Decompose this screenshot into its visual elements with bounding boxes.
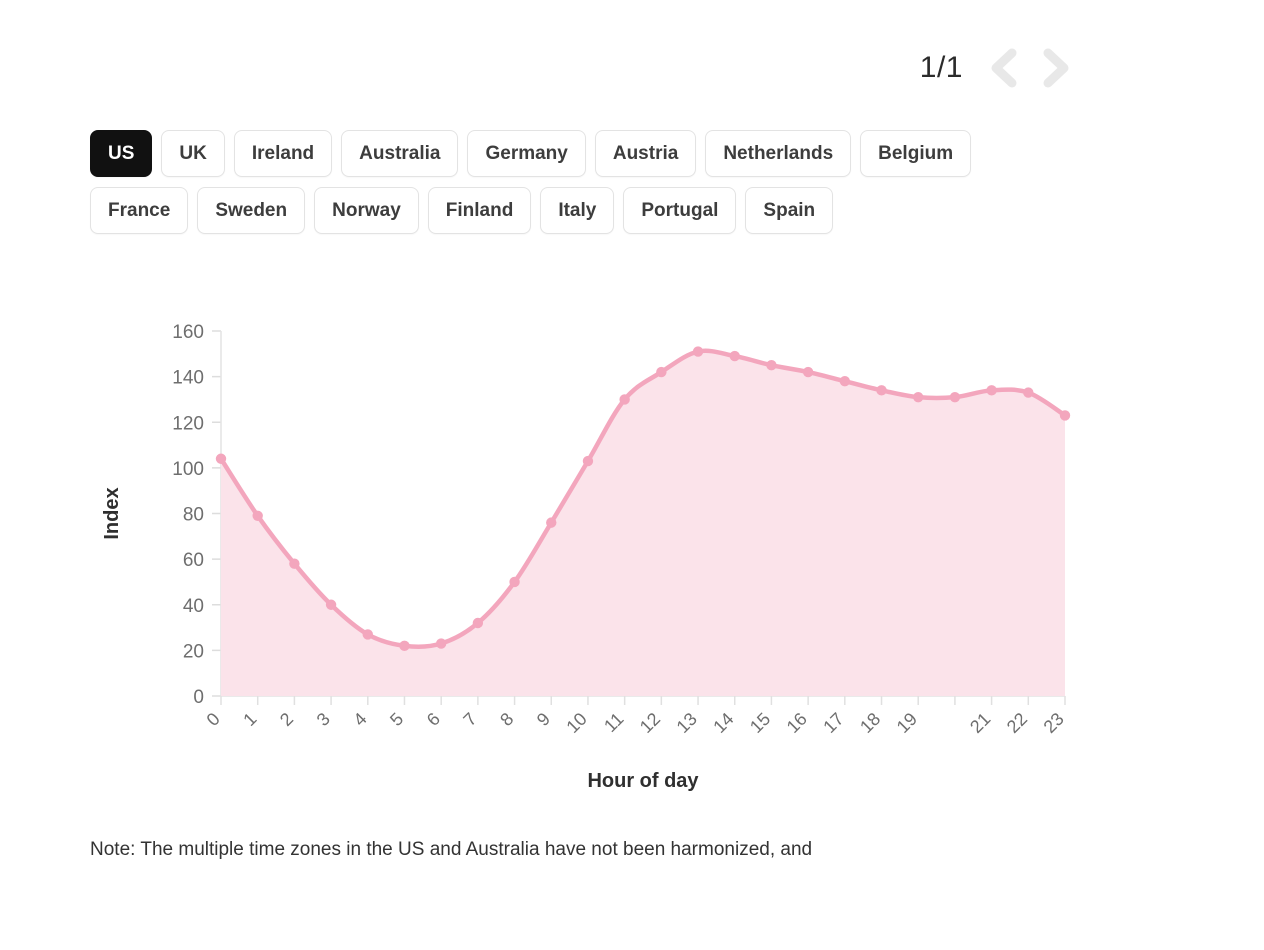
data-point-marker[interactable] — [1059, 410, 1071, 421]
x-axis-tick-label: 9 — [533, 709, 554, 730]
x-axis-tick-label: 23 — [1040, 709, 1068, 737]
x-axis-tick-label: 10 — [562, 709, 590, 737]
pagination-arrows — [985, 44, 1075, 92]
data-point-marker[interactable] — [546, 517, 557, 528]
x-axis-tick-label: 15 — [746, 709, 774, 737]
x-axis-tick-label: 18 — [856, 709, 884, 737]
country-button-belgium[interactable]: Belgium — [860, 130, 972, 177]
y-axis-tick-label: 20 — [183, 641, 204, 662]
data-point-marker[interactable] — [399, 640, 410, 652]
data-point-marker[interactable] — [839, 375, 851, 387]
x-axis-tick-label: 6 — [423, 709, 444, 730]
x-axis-tick-label: 2 — [276, 709, 297, 730]
y-axis-title: Index — [101, 487, 123, 539]
y-axis-tick-label: 160 — [172, 322, 204, 343]
data-point-marker[interactable] — [215, 453, 227, 464]
data-point-marker[interactable] — [766, 360, 777, 371]
x-axis-tick-label: 4 — [349, 709, 370, 730]
data-point-marker[interactable] — [876, 385, 887, 396]
chart-svg: 0204060801001201401600 1 2 3 4 5 6 7 8 9 10 11 12 13 1… — [101, 322, 1071, 792]
x-axis-tick-label: 5 — [386, 709, 407, 730]
data-point-marker[interactable] — [252, 510, 263, 521]
x-axis-tick-label: 16 — [783, 709, 811, 737]
y-axis-tick-label: 40 — [183, 596, 204, 617]
data-point-marker[interactable] — [472, 617, 484, 629]
data-point-marker[interactable] — [619, 394, 630, 405]
data-point-marker[interactable] — [656, 366, 667, 378]
x-axis-tick-label: 19 — [893, 709, 921, 737]
country-button-norway[interactable]: Norway — [314, 187, 419, 234]
hour-of-day-chart: 0 20 40 60 80 100 120 140 160 0 1 2 3 4 5 6 7 8 9 10 11 12 13 1… — [90, 300, 1080, 820]
country-button-finland[interactable]: Finland — [427, 187, 532, 234]
country-button-us[interactable]: US — [90, 130, 153, 177]
data-point-marker[interactable] — [1023, 387, 1034, 398]
country-filter-buttons: US UK Ireland Australia Germany Austria Nether… — [90, 130, 990, 234]
x-axis-tick-label: 22 — [1003, 709, 1031, 737]
page-counter: 1/1 — [919, 51, 963, 84]
data-point-marker[interactable] — [509, 576, 520, 588]
x-axis-tick-label: 13 — [673, 709, 701, 737]
x-axis-tick-label: 8 — [496, 709, 517, 730]
x-axis-tick-label: 17 — [819, 709, 847, 737]
x-axis-tick-label: 12 — [636, 709, 664, 737]
pagination: 1/1 — [0, 44, 1075, 92]
data-point-marker[interactable] — [802, 366, 814, 378]
y-axis-tick-label: 60 — [183, 550, 204, 571]
x-axis-tick-label: 14 — [709, 709, 737, 737]
data-point-marker[interactable] — [986, 385, 997, 396]
country-button-italy[interactable]: Italy — [540, 187, 615, 234]
x-axis-tick-label: 21 — [966, 709, 994, 737]
x-axis-tick-label: 11 — [600, 709, 627, 736]
data-point-marker[interactable] — [325, 599, 337, 610]
x-axis-tick-label: 0 — [203, 709, 224, 730]
data-point-marker[interactable] — [913, 391, 924, 403]
y-axis-tick-label: 100 — [172, 459, 204, 480]
y-axis-tick-label: 140 — [172, 368, 204, 389]
y-axis-tick-label: 0 — [193, 687, 204, 708]
country-button-portugal[interactable]: Portugal — [623, 187, 737, 234]
data-point-marker[interactable] — [949, 391, 961, 403]
data-point-marker[interactable] — [435, 638, 447, 649]
country-button-netherlands[interactable]: Netherlands — [705, 130, 852, 177]
country-button-austria[interactable]: Austria — [594, 130, 697, 177]
data-point-marker[interactable] — [289, 558, 300, 569]
country-button-uk[interactable]: UK — [161, 130, 225, 177]
area-fill — [221, 350, 1065, 696]
x-axis-tick-label: 1 — [239, 709, 260, 730]
country-button-sweden[interactable]: Sweden — [197, 187, 306, 234]
chart-page: 1/1 US UK Ireland Australia Germany Austria Ne… — [0, 0, 1264, 950]
y-axis-tick-label: 120 — [172, 413, 204, 434]
chevron-right-icon[interactable] — [1037, 44, 1075, 92]
country-button-ireland[interactable]: Ireland — [233, 130, 333, 177]
x-axis-tick-label: 7 — [459, 709, 480, 730]
country-button-france[interactable]: France — [90, 187, 189, 234]
data-point-marker[interactable] — [582, 455, 594, 467]
data-point-marker[interactable] — [362, 629, 373, 640]
data-point-marker[interactable] — [692, 346, 704, 357]
data-point-marker[interactable] — [729, 350, 740, 362]
y-axis-tick-label: 80 — [183, 505, 204, 526]
country-button-germany[interactable]: Germany — [467, 130, 586, 177]
chart-note: Note: The multiple time zones in the US … — [90, 839, 813, 860]
x-axis-tick-label: 3 — [313, 709, 334, 730]
country-button-australia[interactable]: Australia — [341, 130, 459, 177]
x-axis-title: Hour of day — [587, 770, 699, 792]
chevron-left-icon[interactable] — [985, 44, 1023, 92]
country-button-spain[interactable]: Spain — [745, 187, 834, 234]
